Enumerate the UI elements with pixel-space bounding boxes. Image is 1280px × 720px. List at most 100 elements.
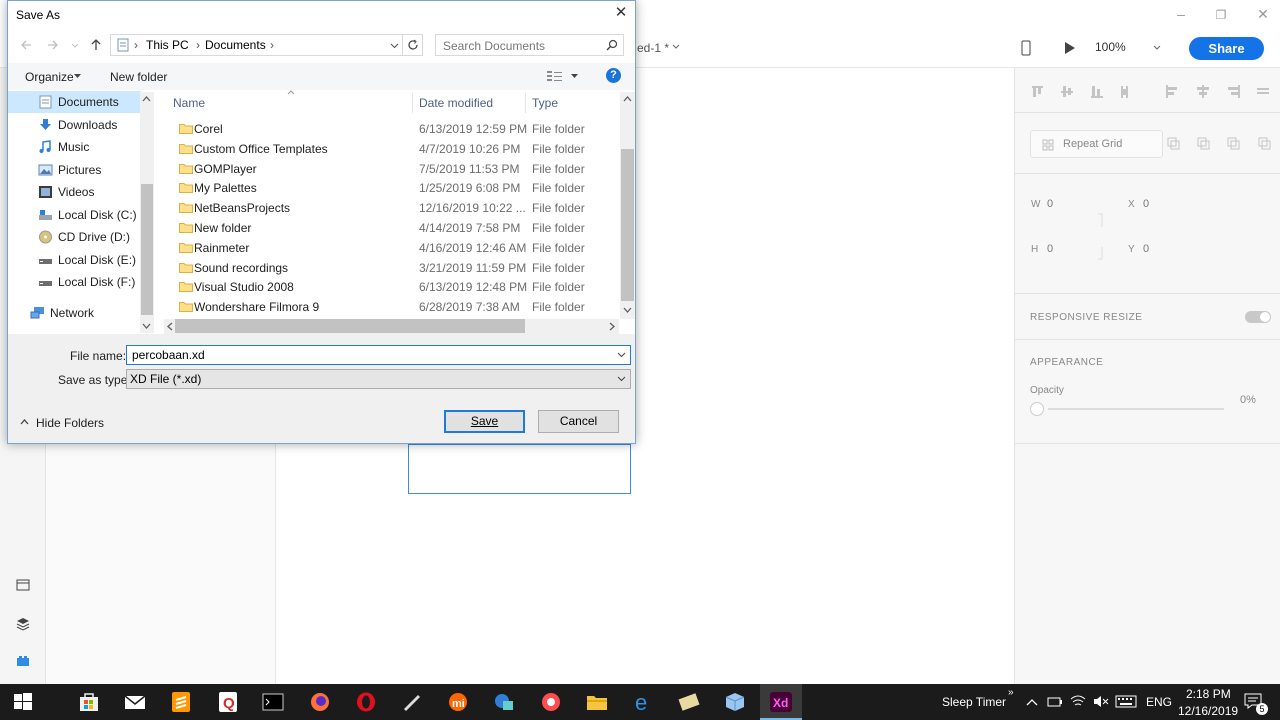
breadcrumb-this-pc[interactable]: This PC [146,38,189,52]
show-hidden-icons[interactable] [1026,698,1038,706]
artboard[interactable] [408,444,631,494]
opacity-slider-knob[interactable] [1030,402,1044,416]
file-row[interactable]: Custom Office Templates 4/7/2019 10:26 PM… [173,139,618,159]
nav-item-pictures[interactable]: Pictures [8,159,141,181]
nav-item-local-disk-e[interactable]: Local Disk (E:) [8,249,141,271]
mi-icon[interactable]: mi [447,692,469,712]
align-icons[interactable] [1030,84,1270,100]
tool-icon[interactable] [678,692,700,712]
layers-icon[interactable] [16,617,30,631]
file-row[interactable]: Sound recordings 3/21/2019 11:59 PM File f… [173,258,618,278]
sleep-timer-label[interactable]: Sleep Timer [942,695,1006,709]
file-row[interactable]: Visual Studio 2008 6/13/2019 12:48 PM File… [173,277,618,297]
play-icon[interactable] [1064,41,1076,55]
zoom-level[interactable]: 100% [1095,40,1126,54]
toolbar-expand-icon[interactable]: » [1008,687,1014,698]
file-row[interactable]: GOMPlayer 7/5/2019 11:53 PM File folder [173,159,618,179]
document-title[interactable]: ed-1 * [637,41,669,55]
nav-item-downloads[interactable]: Downloads [8,114,141,136]
language-indicator[interactable]: ENG [1146,695,1172,709]
taskbar-active-app[interactable]: Xd [760,684,802,720]
scroll-down-icon[interactable] [142,323,151,329]
width-field[interactable]: 0 [1047,198,1053,210]
nav-item-videos[interactable]: Videos [8,181,141,203]
recent-locations-chevron-icon[interactable] [71,43,79,49]
edge-icon[interactable]: e [632,692,654,712]
x-field[interactable]: 0 [1143,198,1149,210]
file-name-input[interactable]: percobaan.xd [126,345,631,365]
view-chevron-icon[interactable] [571,74,578,79]
nav-item-network[interactable]: Network [8,302,141,324]
battery-icon[interactable] [1047,696,1063,708]
wifi-icon[interactable] [1070,694,1086,708]
opacity-value[interactable]: 0% [1240,394,1256,406]
breadcrumb-documents[interactable]: Documents [205,38,266,52]
clock-time[interactable]: 2:18 PM [1186,687,1231,701]
restore-icon[interactable]: ❐ [1211,8,1231,22]
file-row[interactable]: New folder 4/14/2019 7:58 PM File folder [173,218,618,238]
height-field[interactable]: 0 [1047,243,1053,255]
nav-item-local-disk-f[interactable]: Local Disk (F:) [8,271,141,293]
file-row[interactable]: My Palettes 1/25/2019 6:08 PM File folder [173,178,618,198]
column-header-date[interactable]: Date modified [419,96,493,110]
up-arrow-icon[interactable] [90,38,102,51]
dialog-close-icon[interactable]: ✕ [613,5,629,21]
cancel-button[interactable]: Cancel [538,410,619,433]
hide-folders-toggle[interactable]: Hide Folders [18,415,118,431]
file-name-dropdown-icon[interactable] [617,352,626,358]
nav-scrollbar-thumb[interactable] [141,184,153,315]
terminal-icon[interactable] [262,692,284,712]
minimize-icon[interactable]: – [1171,6,1191,22]
column-header-name[interactable]: Name [173,96,205,110]
file-row[interactable]: Rainmeter 4/16/2019 12:46 AM File folder [173,238,618,258]
start-icon[interactable] [13,692,35,712]
clock-date[interactable]: 12/16/2019 [1178,704,1238,718]
opera-icon[interactable] [355,692,377,712]
save-button[interactable]: Save [444,410,525,433]
save-type-select[interactable]: XD File (*.xd) [126,369,631,389]
keyboard-icon[interactable] [1115,695,1137,708]
column-divider[interactable] [525,93,526,113]
file-list-scrollbar-thumb[interactable] [621,149,634,301]
help-icon[interactable]: ? [606,68,621,83]
mail-icon[interactable] [124,692,146,712]
address-bar[interactable]: › This PC › Documents › [110,34,403,56]
column-header-type[interactable]: Type [532,96,558,110]
responsive-resize-toggle[interactable] [1245,311,1271,323]
organize-chevron-icon[interactable] [74,74,81,79]
scroll-left-icon[interactable] [167,322,173,331]
sublime-icon[interactable] [170,692,192,712]
organize-menu[interactable]: Organize [25,70,74,84]
scroll-right-icon[interactable] [609,322,615,331]
gom-icon[interactable] [540,692,562,712]
save-type-dropdown-icon[interactable] [617,376,626,382]
repeat-grid-button[interactable]: Repeat Grid [1030,130,1163,158]
search-input[interactable]: Search Documents [435,34,624,56]
file-row[interactable]: Wondershare Filmora 9 6/28/2019 7:38 AM Fi… [173,297,618,317]
search-icon[interactable] [606,39,618,51]
quickq-icon[interactable]: Q [217,692,239,712]
nav-item-music[interactable]: Music [8,136,141,158]
pen-icon[interactable] [401,692,423,712]
app-icon[interactable] [493,692,515,712]
window-close-icon[interactable]: ✕ [1253,6,1273,23]
scroll-up-icon[interactable] [623,96,632,102]
box-icon[interactable] [724,692,746,712]
column-divider[interactable] [412,93,413,113]
forward-arrow-icon[interactable] [47,39,59,51]
explorer-icon[interactable] [586,692,608,712]
share-button[interactable]: Share [1189,37,1264,60]
nav-item-cd-drive-d[interactable]: CD Drive (D:) [8,226,141,248]
address-dropdown-icon[interactable] [390,43,399,49]
artboard-icon[interactable] [16,579,30,591]
file-row[interactable]: NetBeansProjects 12/16/2019 10:22 ... File… [173,198,618,218]
scroll-down-icon[interactable] [623,307,632,313]
new-folder-button[interactable]: New folder [110,70,167,84]
zoom-chevron-icon[interactable] [1153,45,1161,51]
file-list-hscrollbar-thumb[interactable] [175,319,525,333]
file-row[interactable]: Corel 6/13/2019 12:59 PM File folder [173,119,618,139]
nav-item-documents[interactable]: Documents [8,91,141,113]
refresh-button[interactable] [403,34,423,56]
scroll-up-icon[interactable] [142,96,151,102]
chevron-down-icon[interactable] [672,44,680,50]
